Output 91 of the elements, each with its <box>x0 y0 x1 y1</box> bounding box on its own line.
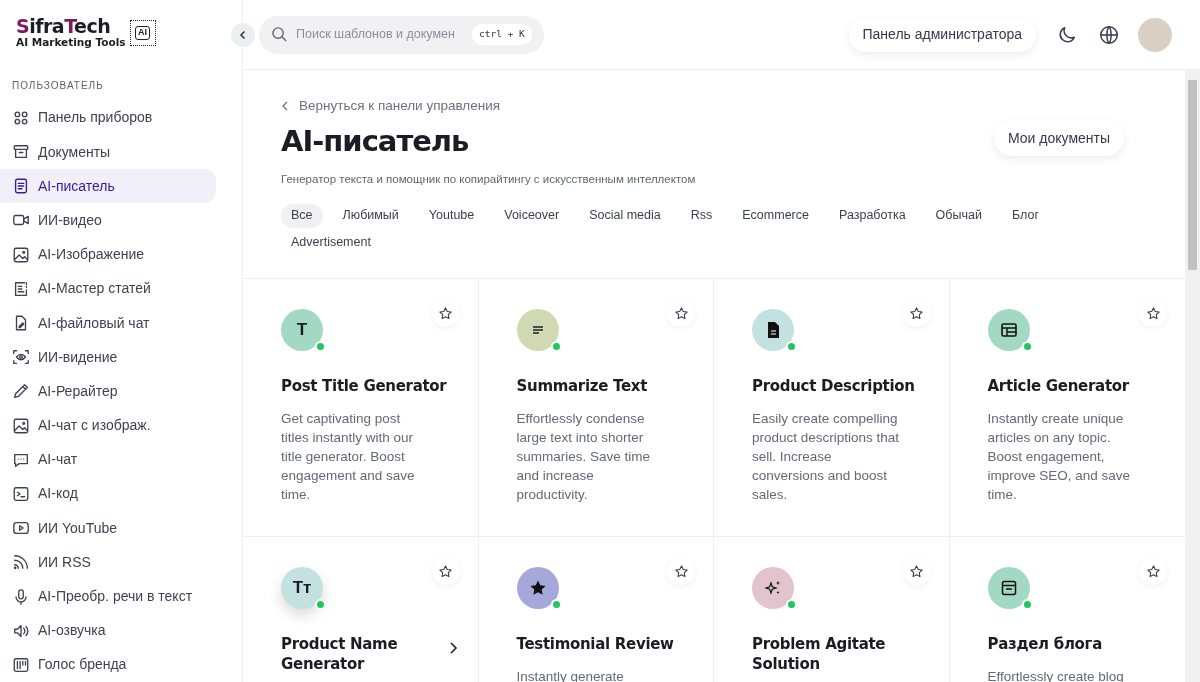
icon-letter: T <box>296 319 308 342</box>
template-description: Effortlessly condense large text into shorter summaries. Save time and increase productivity. <box>516 409 652 504</box>
image-icon <box>12 245 30 264</box>
filter-tab[interactable]: Разработка <box>828 204 916 229</box>
template-card[interactable]: Tт Product Name Generator <box>243 537 479 682</box>
logo-name: SifraTech <box>16 16 112 36</box>
sidebar-item[interactable]: Панель приборов <box>0 100 216 135</box>
favorite-star-button[interactable] <box>1139 557 1167 585</box>
template-description: Get captivating post titles instantly with our title generator. Boost engagement and save time. <box>281 409 416 504</box>
filter-tab[interactable]: Youtube <box>418 204 485 229</box>
filter-tab[interactable]: Advertisement <box>281 231 381 256</box>
table-icon <box>998 320 1019 340</box>
star-icon <box>909 305 924 321</box>
favorite-star-button[interactable] <box>667 557 695 585</box>
sidebar-item[interactable]: Голос бренда <box>0 647 216 682</box>
sidebar-item[interactable]: ИИ-видео <box>0 203 216 238</box>
logo-tagline: AI Marketing Tools <box>16 35 126 50</box>
template-card[interactable]: Problem Agitate Solution <box>714 537 950 682</box>
sidebar-item[interactable]: AI-Мастер статей <box>0 271 216 306</box>
chip-icon: AI <box>129 19 156 46</box>
chevron-right-icon <box>447 641 458 655</box>
page-subtitle: Генератор текста и помощник по копирайтингу с искусственным интеллектом <box>281 171 697 187</box>
filter-tab[interactable]: Ecommerce <box>732 204 819 229</box>
template-title: Post Title Generator <box>281 377 448 397</box>
star-icon <box>1145 563 1161 579</box>
sidebar-item[interactable]: AI-чат <box>0 442 216 477</box>
terminal-icon <box>12 484 30 503</box>
template-description: Instantly create unique articles on any topic. Boost engagement, improve SEO, and save time. <box>987 409 1132 504</box>
image-icon <box>12 416 30 435</box>
template-description: Easily create compelling product descriptions that sell. Increase conversions and boost sales. <box>752 409 901 504</box>
collapse-sidebar-button[interactable] <box>231 22 255 47</box>
search-input[interactable]: Поиск шаблонов и докумен <box>296 25 464 44</box>
document-icon <box>12 177 30 196</box>
scan-eye-icon <box>12 348 30 367</box>
sidebar-item[interactable]: AI-писатель <box>0 169 216 204</box>
columns-icon <box>12 655 30 674</box>
admin-panel-button[interactable]: Панель администратора <box>848 17 1036 52</box>
star-icon <box>673 305 689 321</box>
logo[interactable]: SifraTech AI Marketing Tools AI <box>0 0 242 66</box>
chevron-left-icon <box>281 101 289 111</box>
star-icon <box>673 563 689 579</box>
pencil-icon <box>12 382 30 401</box>
sidebar-item[interactable]: Документы <box>0 135 216 170</box>
sidebar-item[interactable]: AI-чат с изображ. <box>0 408 216 443</box>
filter-tab[interactable]: Любимый <box>332 204 409 229</box>
article-icon <box>12 279 30 298</box>
favorite-star-button[interactable] <box>667 299 695 327</box>
search-field[interactable]: Поиск шаблонов и докумен ctrl + K <box>259 15 544 54</box>
sidebar-item[interactable]: ИИ YouTube <box>0 511 216 546</box>
search-icon <box>271 26 288 43</box>
sidebar-item[interactable]: AI-Рерайтер <box>0 374 216 409</box>
template-title: Product Name Generator <box>281 635 399 674</box>
template-card[interactable]: Product Description Easily create compelling product descriptions that sell. Increase conversions and boost sales. <box>714 279 950 537</box>
keyboard-shortcut-hint: ctrl + K <box>472 24 532 45</box>
filter-tab[interactable]: Social media <box>579 204 671 229</box>
star-icon <box>438 305 453 321</box>
template-title: Product Description <box>752 377 916 397</box>
template-title: Problem Agitate Solution <box>752 635 887 674</box>
sidebar-item[interactable]: AI-Преобр. речи в текст <box>0 579 216 614</box>
sidebar-item[interactable]: AI-Изображение <box>0 237 216 272</box>
sidebar-item[interactable]: AI-код <box>0 476 216 512</box>
template-card[interactable]: T Post Title Generator Get captivating post titles instantly with our title generator. Boost engagement and save time. <box>243 279 479 537</box>
rss-icon <box>12 553 30 572</box>
icon-letter: Tт <box>292 577 312 600</box>
my-documents-button[interactable]: Мои документы <box>994 120 1124 157</box>
template-title: Summarize Text <box>516 377 649 397</box>
sidebar-item[interactable]: ИИ-видение <box>0 340 216 375</box>
sidebar-item[interactable]: ИИ RSS <box>0 545 216 580</box>
filter-tab[interactable]: Обычай <box>925 204 992 229</box>
filter-tab[interactable]: Все <box>281 204 323 229</box>
globe-icon[interactable] <box>1098 23 1120 46</box>
scrollbar[interactable] <box>1185 70 1200 682</box>
page-title: AI-писатель <box>281 124 469 159</box>
template-title: Testimonial Review <box>516 635 675 655</box>
filter-tab[interactable]: Voiceover <box>494 204 570 229</box>
sidebar-section-title: ПОЛЬЗОВАТЕЛЬ <box>11 78 105 93</box>
filter-tab[interactable]: Rss <box>680 204 723 229</box>
template-title: Article Generator <box>987 377 1130 397</box>
grid-icon <box>12 108 30 127</box>
microphone-icon <box>12 587 30 606</box>
back-link[interactable]: Вернуться к панели управления <box>281 95 501 117</box>
sidebar-item[interactable]: AI-озвучка <box>0 613 216 648</box>
star-icon <box>909 563 924 579</box>
template-card[interactable]: Summarize Text Effortlessly condense large text into shorter summaries. Save time and increase productivity. <box>478 279 714 537</box>
sidebar-item[interactable]: AI-файловый чат <box>0 305 216 341</box>
favorite-star-button[interactable] <box>1139 299 1167 327</box>
filter-tab[interactable]: Блог <box>1001 204 1049 229</box>
template-title: Раздел блога <box>987 635 1103 655</box>
star-icon <box>1145 305 1161 321</box>
star-icon <box>438 563 453 579</box>
scrollbar-thumb[interactable] <box>1188 80 1197 270</box>
